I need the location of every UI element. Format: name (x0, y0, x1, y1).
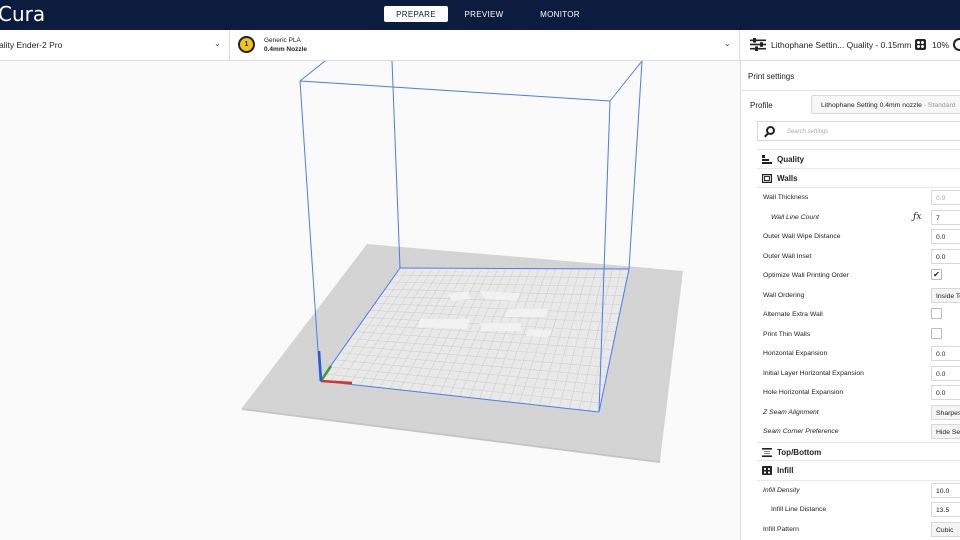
setting-label: Infill Density (763, 486, 800, 494)
infill-icon (762, 466, 772, 475)
search-icon (766, 126, 775, 135)
setting-outer-wall-wipe: Outer Wall Wipe Distance 0.0 (757, 227, 960, 247)
profile-label: Profile (750, 101, 773, 110)
printer-selector[interactable]: ality Ender-2 Pro ⌄ (0, 30, 230, 60)
extruder-badge-icon: 1 (238, 36, 255, 53)
setting-label: Wall Line Count (771, 213, 819, 221)
alternate-extra-wall-checkbox[interactable] (931, 308, 942, 319)
tab-prepare[interactable]: PREPARE (384, 6, 448, 22)
profile-suffix: - Standard (921, 102, 956, 109)
horizontal-expansion-field[interactable]: 0.0 (931, 346, 960, 361)
wall-line-count-field[interactable]: 7 (931, 209, 960, 225)
app-logo: Cura (0, 2, 46, 26)
category-infill[interactable]: Infill (757, 461, 960, 481)
chevron-down-icon: ⌄ (724, 39, 731, 48)
category-label: Quality (777, 155, 805, 164)
tab-preview[interactable]: PREVIEW (448, 6, 520, 22)
setting-wall-ordering: Wall Ordering Inside To Outside (757, 286, 960, 306)
category-label: Top/Bottom (777, 447, 822, 457)
nozzle-size: 0.4mm Nozzle (264, 46, 307, 53)
search-settings-box[interactable]: Search settings (757, 121, 960, 141)
setting-label: Z Seam Alignment (763, 408, 819, 416)
setting-seam-corner-preference: Seam Corner Preference Hide Seam (757, 422, 960, 442)
infill-density-field[interactable]: 10.0 (931, 482, 960, 498)
setting-label: Hole Horizontal Expansion (763, 389, 844, 396)
setting-horizontal-expansion: Horizontal Expansion 0.0 (757, 344, 960, 364)
sliders-icon (750, 38, 766, 51)
support-icon (953, 38, 960, 51)
setting-label: Infill Pattern (763, 525, 799, 533)
print-settings-panel: Print settings Profile Lithophane Settin… (740, 61, 960, 540)
setting-infill-pattern: Infill Pattern Cubic (757, 520, 960, 540)
z-seam-alignment-dropdown[interactable]: Sharpest Corner (931, 404, 960, 420)
setting-infill-density: Infill Density 10.0 (757, 481, 960, 501)
category-walls[interactable]: Walls (757, 168, 960, 188)
setting-label: Outer Wall Wipe Distance (763, 233, 841, 240)
settings-list: Quality Walls Wall Thickness 0.9 Wall Li… (757, 149, 960, 539)
setting-label: Optimize Wall Printing Order (763, 272, 849, 279)
setting-infill-line-distance: Infill Line Distance 13.5 (757, 500, 960, 520)
wall-ordering-dropdown[interactable]: Inside To Outside (931, 287, 960, 303)
infill-pattern-dropdown[interactable]: Cubic (931, 521, 960, 537)
category-label: Infill (777, 466, 794, 475)
setting-initial-layer-h-expansion: Initial Layer Horizontal Expansion 0.0 (757, 364, 960, 384)
setting-wall-line-count: Wall Line Count ƒx 7 (757, 208, 960, 228)
infill-percentage: 10% (932, 40, 950, 50)
setting-outer-wall-inset: Outer Wall Inset 0.0 (757, 247, 960, 267)
profile-dropdown[interactable]: Lithophane Setting 0.4mm nozzle - Standa… (811, 95, 960, 114)
optimize-wall-order-checkbox[interactable]: ✔ (931, 269, 942, 280)
setting-label: Infill Line Distance (771, 506, 827, 513)
setting-label: Alternate Extra Wall (763, 311, 823, 318)
setting-label: Print Thin Walls (763, 330, 811, 338)
setting-label: Wall Thickness (763, 194, 809, 201)
function-icon: ƒx (913, 211, 922, 222)
setting-label: Outer Wall Inset (763, 252, 812, 260)
setting-label: Initial Layer Horizontal Expansion (763, 369, 864, 377)
category-top-bottom[interactable]: Top/Bottom (757, 441, 960, 461)
printer-name: ality Ender-2 Pro (0, 40, 63, 50)
chevron-down-icon: ⌄ (214, 39, 221, 48)
setting-wall-thickness: Wall Thickness 0.9 (757, 188, 960, 208)
setting-label: Seam Corner Preference (763, 428, 839, 435)
quality-profile-label: Lithophane Settin... Quality - 0.15mm (771, 40, 912, 50)
stage-tabs: PREPARE PREVIEW MONITOR (384, 6, 600, 22)
setting-alternate-extra-wall: Alternate Extra Wall (757, 305, 960, 325)
3d-viewport[interactable] (0, 61, 740, 540)
machine-header: ality Ender-2 Pro ⌄ 1 Generic PLA 0.4mm … (0, 30, 960, 61)
setting-optimize-wall-order: Optimize Wall Printing Order ✔ (757, 266, 960, 286)
tab-monitor[interactable]: MONITOR (520, 6, 600, 22)
material-selector[interactable]: 1 Generic PLA 0.4mm Nozzle ⌄ (230, 30, 740, 60)
search-input[interactable]: Search settings (787, 129, 828, 135)
quality-icon (762, 155, 772, 164)
divider (741, 90, 960, 91)
panel-title: Print settings (748, 72, 795, 81)
setting-label: Wall Ordering (763, 291, 805, 299)
print-thin-walls-checkbox[interactable] (931, 327, 942, 339)
outer-wall-inset-field[interactable]: 0.0 (931, 248, 960, 264)
setting-print-thin-walls: Print Thin Walls (757, 325, 960, 345)
walls-icon (762, 173, 772, 183)
wall-thickness-field[interactable]: 0.9 (931, 190, 960, 205)
top-bottom-icon (762, 447, 772, 457)
category-label: Walls (777, 173, 798, 183)
setting-hole-h-expansion: Hole Horizontal Expansion 0.0 (757, 383, 960, 403)
outer-wall-wipe-field[interactable]: 0.0 (931, 229, 960, 244)
setting-z-seam-alignment: Z Seam Alignment Sharpest Corner (757, 403, 960, 423)
initial-layer-h-expansion-field[interactable]: 0.0 (931, 365, 960, 381)
print-settings-selector[interactable]: Lithophane Settin... Quality - 0.15mm 10… (740, 30, 960, 60)
profile-value: Lithophane Setting 0.4mm nozzle (821, 102, 922, 109)
top-bar: Cura PREPARE PREVIEW MONITOR (0, 0, 960, 30)
category-quality[interactable]: Quality (757, 149, 960, 169)
build-plate-scene (242, 61, 683, 463)
infill-icon (915, 39, 926, 50)
setting-label: Horizontal Expansion (763, 350, 828, 357)
seam-corner-preference-dropdown[interactable]: Hide Seam (931, 424, 960, 439)
infill-line-distance-field[interactable]: 13.5 (931, 502, 960, 517)
material-name: Generic PLA (264, 37, 301, 44)
hole-h-expansion-field[interactable]: 0.0 (931, 385, 960, 400)
